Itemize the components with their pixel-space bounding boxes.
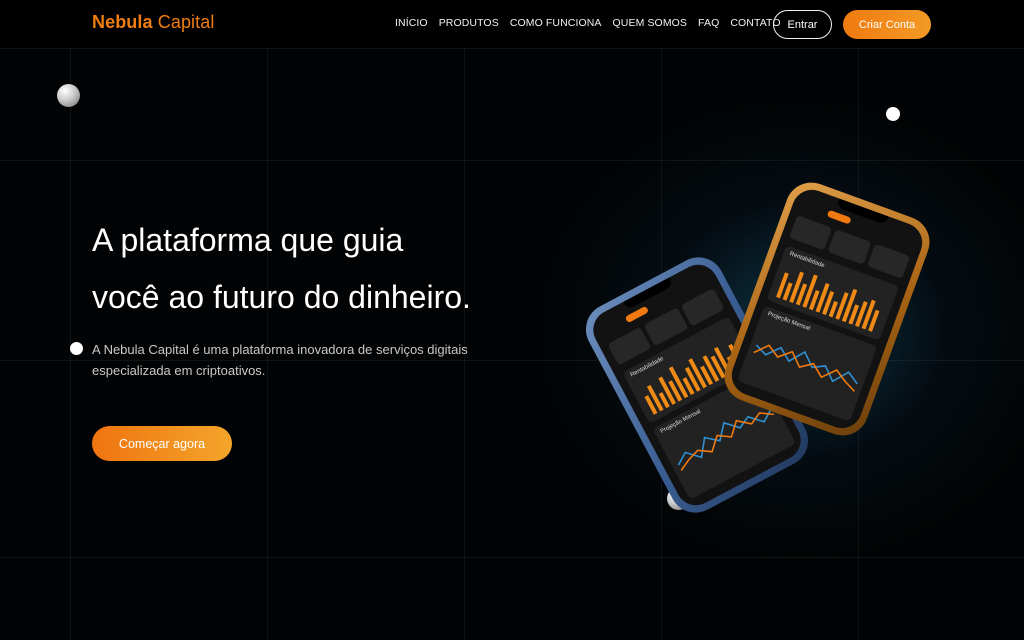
hero-title-line2: você ao futuro do dinheiro. [92,279,471,315]
grid-line [0,160,1024,161]
hero-subtitle: A Nebula Capital é uma plataforma inovad… [92,339,542,381]
app-card [827,229,872,265]
top-navbar: Nebula Capital INÍCIO PRODUTOS COMO FUNC… [0,0,1024,48]
nav-item-quem-somos[interactable]: QUEM SOMOS [613,17,688,29]
grid-line [0,48,1024,49]
app-pill [624,305,650,324]
signup-button[interactable]: Criar Conta [843,10,931,39]
decorative-dot [886,107,900,121]
nav-item-produtos[interactable]: PRODUTOS [439,17,499,29]
nav-item-inicio[interactable]: INÍCIO [395,17,428,29]
hero-subtitle-line2: especializada em criptoativos. [92,363,266,378]
hero-title-line1: A plataforma que guia [92,222,404,258]
nav-item-como-funciona[interactable]: COMO FUNCIONA [510,17,602,29]
get-started-button[interactable]: Começar agora [92,426,232,461]
main-nav: INÍCIO PRODUTOS COMO FUNCIONA QUEM SOMOS… [395,17,781,29]
hero-subtitle-line1: A Nebula Capital é uma plataforma inovad… [92,342,468,357]
brand-logo[interactable]: Nebula Capital [92,12,214,33]
panel-title: Rentabilidade [788,251,826,270]
app-card [789,215,833,251]
login-button[interactable]: Entrar [773,10,832,39]
nav-item-faq[interactable]: FAQ [698,17,719,29]
line-chart [753,344,858,392]
decorative-dot [70,342,83,355]
decorative-orb [57,84,80,107]
brand-name-part2: Capital [157,12,215,32]
app-card [866,243,911,279]
app-pill [826,209,852,225]
grid-line [0,557,1024,558]
panel-title: Rentabilidade [629,356,665,379]
brand-name-part1: Nebula [92,12,153,32]
hero-title: A plataforma que guia você ao futuro do … [92,212,562,326]
